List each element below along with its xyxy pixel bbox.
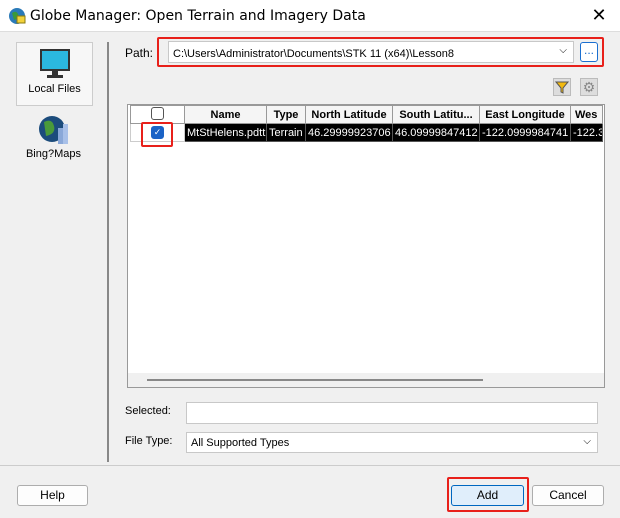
column-header[interactable]: Name bbox=[184, 105, 267, 124]
cell-south-lat: 46.09999847412 bbox=[392, 123, 480, 142]
sidebar-divider bbox=[107, 42, 109, 462]
column-header[interactable]: South Latitu... bbox=[392, 105, 480, 124]
sidebar-item-label: Local Files bbox=[28, 83, 81, 95]
column-header[interactable]: East Longitude bbox=[479, 105, 571, 124]
selected-label: Selected: bbox=[125, 405, 171, 417]
column-header[interactable]: Wes bbox=[570, 105, 603, 124]
file-type-select[interactable]: All Supported Types ⌵ bbox=[186, 432, 598, 453]
cell-west-lon: -122.3 bbox=[570, 123, 603, 142]
select-all-checkbox[interactable] bbox=[130, 105, 185, 124]
help-button[interactable]: Help bbox=[17, 485, 88, 506]
path-label: Path: bbox=[125, 46, 154, 60]
cell-north-lat: 46.29999923706 bbox=[305, 123, 393, 142]
file-type-label: File Type: bbox=[125, 435, 173, 447]
file-table: Name Type North Latitude South Latitu...… bbox=[127, 104, 605, 388]
table-row[interactable]: ✓ MtStHelens.pdtt Terrain 46.29999923706… bbox=[130, 123, 603, 142]
cancel-button[interactable]: Cancel bbox=[532, 485, 604, 506]
add-button[interactable]: Add bbox=[451, 485, 524, 506]
gear-icon: ⚙ bbox=[582, 79, 596, 95]
monitor-icon bbox=[40, 49, 70, 78]
horizontal-scrollbar[interactable] bbox=[128, 373, 604, 387]
title-bar: Globe Manager: Open Terrain and Imagery … bbox=[0, 0, 620, 32]
scrollbar-thumb[interactable] bbox=[147, 379, 483, 381]
globe-app-icon bbox=[9, 8, 26, 24]
sidebar-item-local-files[interactable]: Local Files bbox=[16, 42, 93, 106]
path-value: C:\Users\Administrator\Documents\STK 11 … bbox=[173, 48, 455, 60]
cell-east-lon: -122.0999984741 bbox=[479, 123, 571, 142]
cell-name: MtStHelens.pdtt bbox=[184, 123, 267, 142]
sidebar-item-label: Bing?Maps bbox=[25, 148, 82, 160]
window-title: Globe Manager: Open Terrain and Imagery … bbox=[30, 8, 366, 24]
cell-type: Terrain bbox=[266, 123, 306, 142]
chevron-down-icon[interactable]: ⌵ bbox=[559, 45, 567, 56]
highlight-box bbox=[141, 122, 173, 147]
column-header[interactable]: Type bbox=[266, 105, 306, 124]
path-combo[interactable]: C:\Users\Administrator\Documents\STK 11 … bbox=[168, 41, 574, 63]
table-header: Name Type North Latitude South Latitu...… bbox=[130, 105, 603, 124]
sidebar-item-bing-maps[interactable]: Bing?Maps bbox=[16, 112, 93, 164]
filter-icon bbox=[554, 81, 570, 94]
column-header[interactable]: North Latitude bbox=[305, 105, 393, 124]
browse-button[interactable]: ... bbox=[580, 42, 598, 62]
chevron-down-icon[interactable]: ⌵ bbox=[583, 436, 591, 447]
selected-field[interactable] bbox=[186, 402, 598, 424]
filter-button[interactable] bbox=[553, 78, 571, 96]
file-type-value: All Supported Types bbox=[191, 437, 290, 449]
footer-divider bbox=[0, 465, 620, 466]
close-button[interactable]: ✕ bbox=[588, 5, 610, 26]
globe-city-icon bbox=[39, 116, 68, 144]
settings-button[interactable]: ⚙ bbox=[580, 78, 598, 96]
